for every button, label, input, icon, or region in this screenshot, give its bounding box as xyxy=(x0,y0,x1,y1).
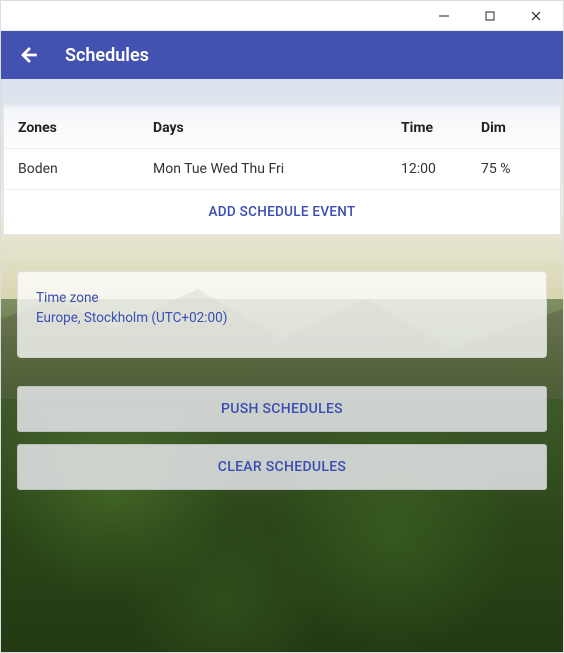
content-area: Zones Days Time Dim Boden Mon Tue Wed Th… xyxy=(1,79,563,652)
header-time: Time xyxy=(401,120,481,136)
app-bar: Schedules xyxy=(1,31,563,79)
push-schedules-button[interactable]: PUSH SCHEDULES xyxy=(17,386,547,432)
add-schedule-event-button[interactable]: ADD SCHEDULE EVENT xyxy=(4,190,560,234)
header-zones: Zones xyxy=(18,120,153,136)
table-row[interactable]: Boden Mon Tue Wed Thu Fri 12:00 75 % xyxy=(4,149,560,190)
cell-time: 12:00 xyxy=(401,161,481,177)
schedule-table: Zones Days Time Dim Boden Mon Tue Wed Th… xyxy=(3,101,561,235)
minimize-button[interactable] xyxy=(421,2,467,30)
table-header-row: Zones Days Time Dim xyxy=(4,108,560,149)
app-window: Schedules Zones Days Time Dim Boden Mon … xyxy=(0,0,564,653)
page-title: Schedules xyxy=(65,45,149,66)
action-buttons: PUSH SCHEDULES CLEAR SCHEDULES xyxy=(17,386,547,490)
header-dim: Dim xyxy=(481,120,546,136)
cell-dim: 75 % xyxy=(481,161,546,177)
window-titlebar xyxy=(1,1,563,31)
header-days: Days xyxy=(153,120,401,136)
back-arrow-icon[interactable] xyxy=(17,43,41,67)
cell-zones: Boden xyxy=(18,161,153,177)
timezone-value: Europe, Stockholm (UTC+02:00) xyxy=(36,308,528,328)
close-button[interactable] xyxy=(513,2,559,30)
timezone-card[interactable]: Time zone Europe, Stockholm (UTC+02:00) xyxy=(17,271,547,358)
maximize-button[interactable] xyxy=(467,2,513,30)
clear-schedules-button[interactable]: CLEAR SCHEDULES xyxy=(17,444,547,490)
cell-days: Mon Tue Wed Thu Fri xyxy=(153,161,401,177)
timezone-label: Time zone xyxy=(36,288,528,308)
